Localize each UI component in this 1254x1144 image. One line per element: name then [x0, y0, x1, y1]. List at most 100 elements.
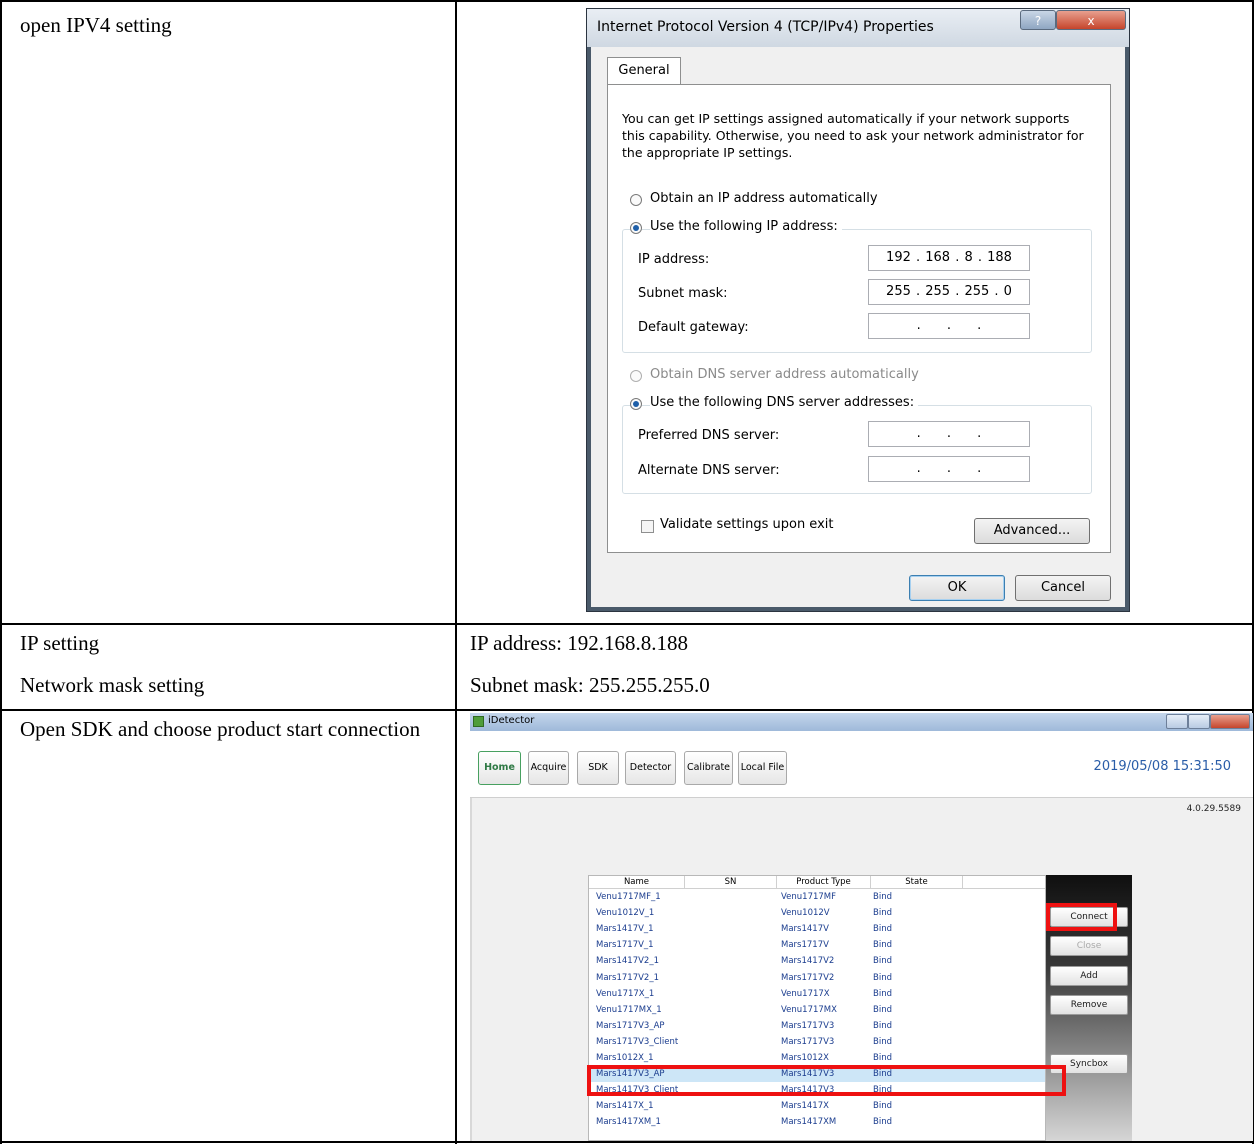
ip-manual-radio[interactable]	[630, 222, 642, 234]
device-row[interactable]: Venu1012V_1 Venu1012V Bind	[589, 905, 1045, 921]
device-cell-state: Bind	[873, 940, 892, 951]
tab-local-file[interactable]: Local File	[738, 751, 787, 785]
app-logo-icon	[473, 716, 484, 727]
device-row[interactable]: Mars1417X_1 Mars1417X Bind	[589, 1098, 1045, 1114]
table-border-left	[0, 0, 2, 1144]
column-header-state[interactable]: State	[871, 876, 963, 888]
alternate-dns-field[interactable]: . . .	[868, 456, 1030, 482]
device-cell-name: Mars1417V2_1	[596, 956, 659, 967]
device-cell-name: Mars1012X_1	[596, 1053, 654, 1063]
device-row[interactable]: Mars1012X_1 Mars1012X Bind	[589, 1050, 1045, 1066]
dns-auto-radio[interactable]	[630, 370, 642, 382]
device-row[interactable]: Mars1717V2_1 Mars1717V2 Bind	[589, 970, 1045, 986]
row2-ip-value: IP address: 192.168.8.188	[470, 631, 688, 655]
device-cell-state: Bind	[873, 1036, 892, 1047]
device-row[interactable]: Mars1417V2_1 Mars1417V2 Bind	[589, 953, 1045, 969]
dns-manual-radio[interactable]	[630, 398, 642, 410]
device-cell-state: Bind	[873, 892, 892, 902]
ip-manual-label[interactable]: Use the following IP address:	[650, 219, 842, 234]
tab-detector[interactable]: Detector	[625, 751, 676, 785]
row2-mask-setting-label: Network mask setting	[20, 673, 205, 697]
column-header-product-type[interactable]: Product Type	[777, 876, 871, 888]
cancel-button[interactable]: Cancel	[1015, 575, 1111, 601]
device-cell-name: Mars1417XM_1	[596, 1117, 661, 1128]
device-cell-type: Mars1417X	[781, 1101, 829, 1112]
device-cell-type: Mars1717V2	[781, 972, 835, 983]
ip-auto-label[interactable]: Obtain an IP address automatically	[650, 191, 882, 206]
device-cell-type: Venu1717X	[781, 988, 830, 999]
tab-calibrate[interactable]: Calibrate	[684, 751, 733, 785]
ip-auto-radio[interactable]	[630, 194, 642, 206]
subnet-mask-label: Subnet mask:	[638, 286, 728, 301]
dns-auto-label: Obtain DNS server address automatically	[650, 367, 923, 382]
table-border-bottom	[0, 1141, 1254, 1143]
preferred-dns-field[interactable]: . . .	[868, 421, 1030, 447]
device-cell-state: Bind	[873, 988, 892, 999]
device-cell-type: Venu1717MF	[781, 892, 837, 902]
validate-checkbox[interactable]	[641, 520, 654, 533]
general-panel: You can get IP settings assigned automat…	[607, 84, 1111, 553]
remove-button[interactable]: Remove	[1050, 995, 1128, 1015]
help-button[interactable]: ?	[1020, 10, 1056, 30]
device-cell-name: Mars1417V_1	[596, 924, 654, 935]
device-cell-state: Bind	[873, 908, 892, 919]
device-cell-type: Mars1012X	[781, 1053, 829, 1063]
device-cell-name: Mars1717V2_1	[596, 972, 659, 983]
version-label: 4.0.29.5589	[1186, 804, 1241, 814]
window-close-icon[interactable]	[1210, 714, 1250, 729]
dialog-titlebar[interactable]: Internet Protocol Version 4 (TCP/IPv4) P…	[587, 9, 1129, 47]
device-cell-state: Bind	[873, 1004, 892, 1015]
dns-manual-label[interactable]: Use the following DNS server addresses:	[650, 395, 919, 410]
minimize-icon[interactable]	[1166, 714, 1188, 729]
device-row[interactable]: Mars1417XM_1 Mars1417XM Bind	[589, 1114, 1045, 1130]
device-cell-type: Venu1012V	[781, 908, 830, 919]
idetector-titlebar[interactable]: iDetector	[470, 713, 1253, 731]
datetime-display: 2019/05/08 15:31:50	[1093, 759, 1231, 774]
subnet-mask-field[interactable]: 255 . 255 . 255 . 0	[868, 279, 1030, 305]
row2-ip-setting-label: IP setting	[20, 631, 100, 655]
device-cell-state: Bind	[873, 924, 892, 935]
ip-address-field[interactable]: 192 . 168 . 8 . 188	[868, 245, 1030, 271]
tab-sdk[interactable]: SDK	[577, 751, 619, 785]
preferred-dns-label: Preferred DNS server:	[638, 428, 780, 443]
device-row[interactable]: Venu1717MF_1 Venu1717MF Bind	[589, 889, 1045, 905]
selected-device-highlight-box	[587, 1065, 1066, 1096]
ok-button[interactable]: OK	[909, 575, 1005, 601]
device-cell-type: Mars1417V2	[781, 956, 835, 967]
device-list-header: Name SN Product Type State	[589, 876, 1045, 889]
device-cell-name: Mars1417X_1	[596, 1101, 654, 1112]
device-cell-type: Mars1717V3	[781, 1020, 835, 1031]
device-row[interactable]: Mars1417V_1 Mars1417V Bind	[589, 921, 1045, 937]
device-cell-state: Bind	[873, 1117, 892, 1128]
table-row-divider-1	[0, 623, 1254, 625]
device-cell-type: Venu1717MX	[781, 1004, 837, 1015]
add-button[interactable]: Add	[1050, 966, 1128, 986]
tab-home[interactable]: Home	[478, 751, 521, 785]
column-header-sn[interactable]: SN	[685, 876, 777, 888]
device-row[interactable]: Mars1717V_1 Mars1717V Bind	[589, 937, 1045, 953]
close-button[interactable]: x	[1056, 10, 1126, 30]
column-header-name[interactable]: Name	[589, 876, 685, 888]
table-column-divider	[455, 0, 457, 1144]
device-row[interactable]: Venu1717X_1 Venu1717X Bind	[589, 986, 1045, 1002]
validate-label[interactable]: Validate settings upon exit	[660, 517, 833, 532]
device-cell-state: Bind	[873, 1101, 892, 1112]
advanced-button[interactable]: Advanced...	[974, 518, 1090, 544]
connect-highlight-box	[1046, 903, 1117, 931]
idetector-window: iDetector Home Acquire SDK Detector Cali…	[470, 713, 1253, 1141]
tab-acquire[interactable]: Acquire	[528, 751, 569, 785]
device-row[interactable]: Venu1717MX_1 Venu1717MX Bind	[589, 1002, 1045, 1018]
device-cell-state: Bind	[873, 956, 892, 967]
device-cell-name: Mars1717V3_Client	[596, 1036, 679, 1047]
device-cell-name: Venu1717MF_1	[596, 892, 661, 902]
dialog-title: Internet Protocol Version 4 (TCP/IPv4) P…	[597, 19, 934, 35]
default-gateway-field[interactable]: . . .	[868, 313, 1030, 339]
default-gateway-label: Default gateway:	[638, 320, 749, 335]
intro-text: You can get IP settings assigned automat…	[622, 111, 1084, 160]
device-row[interactable]: Mars1717V3_Client Mars1717V3 Bind	[589, 1034, 1045, 1050]
tab-general[interactable]: General	[607, 57, 681, 86]
device-cell-type: Mars1717V3	[781, 1036, 835, 1047]
maximize-icon[interactable]	[1188, 714, 1210, 729]
close-device-button: Close	[1050, 936, 1128, 956]
device-row[interactable]: Mars1717V3_AP Mars1717V3 Bind	[589, 1018, 1045, 1034]
